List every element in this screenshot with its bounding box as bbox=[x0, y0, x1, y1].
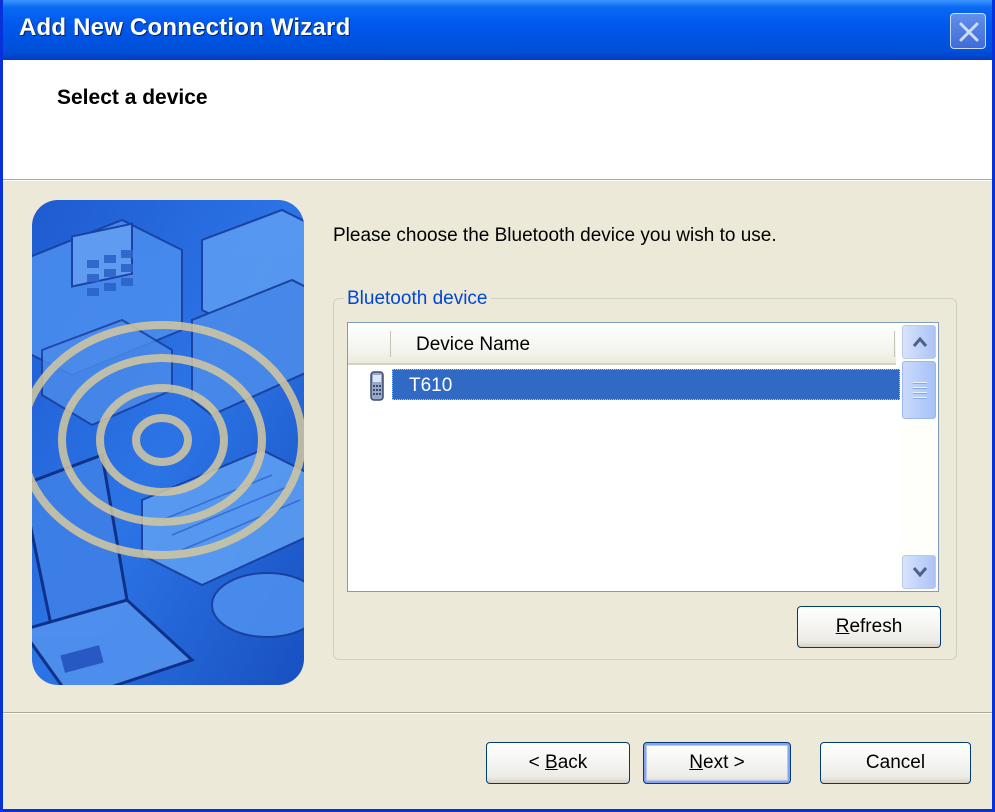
list-item[interactable]: T610 bbox=[348, 369, 900, 401]
refresh-button[interactable]: Refresh bbox=[797, 606, 941, 648]
title-bar[interactable]: Add New Connection Wizard bbox=[3, 0, 992, 60]
groupbox-label: Bluetooth device bbox=[344, 288, 491, 310]
column-separator[interactable] bbox=[390, 331, 391, 357]
instruction-text: Please choose the Bluetooth device you w… bbox=[333, 225, 777, 246]
chevron-down-icon bbox=[912, 567, 928, 578]
chevron-up-icon bbox=[912, 336, 928, 347]
next-button[interactable]: Next > bbox=[643, 742, 791, 784]
device-name-cell: T610 bbox=[409, 375, 453, 396]
column-separator[interactable] bbox=[894, 331, 895, 357]
page-title: Select a device bbox=[57, 86, 208, 109]
scroll-thumb[interactable] bbox=[902, 361, 936, 419]
phone-icon bbox=[370, 371, 384, 406]
refresh-mnemonic: R bbox=[835, 616, 850, 637]
wizard-illustration bbox=[32, 200, 304, 685]
selected-row-highlight[interactable]: T610 bbox=[392, 369, 900, 400]
scroll-down-button[interactable] bbox=[902, 555, 936, 589]
footer-divider-highlight bbox=[3, 713, 992, 714]
back-label: ack bbox=[557, 752, 588, 773]
next-label: ext > bbox=[703, 752, 745, 773]
header-divider bbox=[3, 180, 992, 181]
scroll-up-button[interactable] bbox=[902, 325, 936, 359]
back-prefix: < bbox=[528, 752, 546, 773]
column-header-device-name[interactable]: Device Name bbox=[416, 334, 530, 356]
device-list[interactable]: Device Name T610 bbox=[347, 322, 939, 592]
close-button[interactable] bbox=[950, 13, 986, 49]
header-panel: Select a device bbox=[3, 60, 992, 180]
back-button[interactable]: < Back bbox=[486, 742, 630, 784]
close-icon bbox=[959, 22, 979, 42]
back-mnemonic: B bbox=[545, 752, 558, 773]
cancel-button[interactable]: Cancel bbox=[820, 742, 971, 784]
refresh-label: efresh bbox=[849, 616, 903, 637]
window-title: Add New Connection Wizard bbox=[19, 14, 351, 41]
vertical-scrollbar[interactable] bbox=[900, 323, 938, 591]
next-mnemonic: N bbox=[689, 752, 703, 773]
list-header: Device Name bbox=[348, 323, 896, 365]
wizard-window: Add New Connection Wizard Select a devic… bbox=[0, 0, 995, 812]
